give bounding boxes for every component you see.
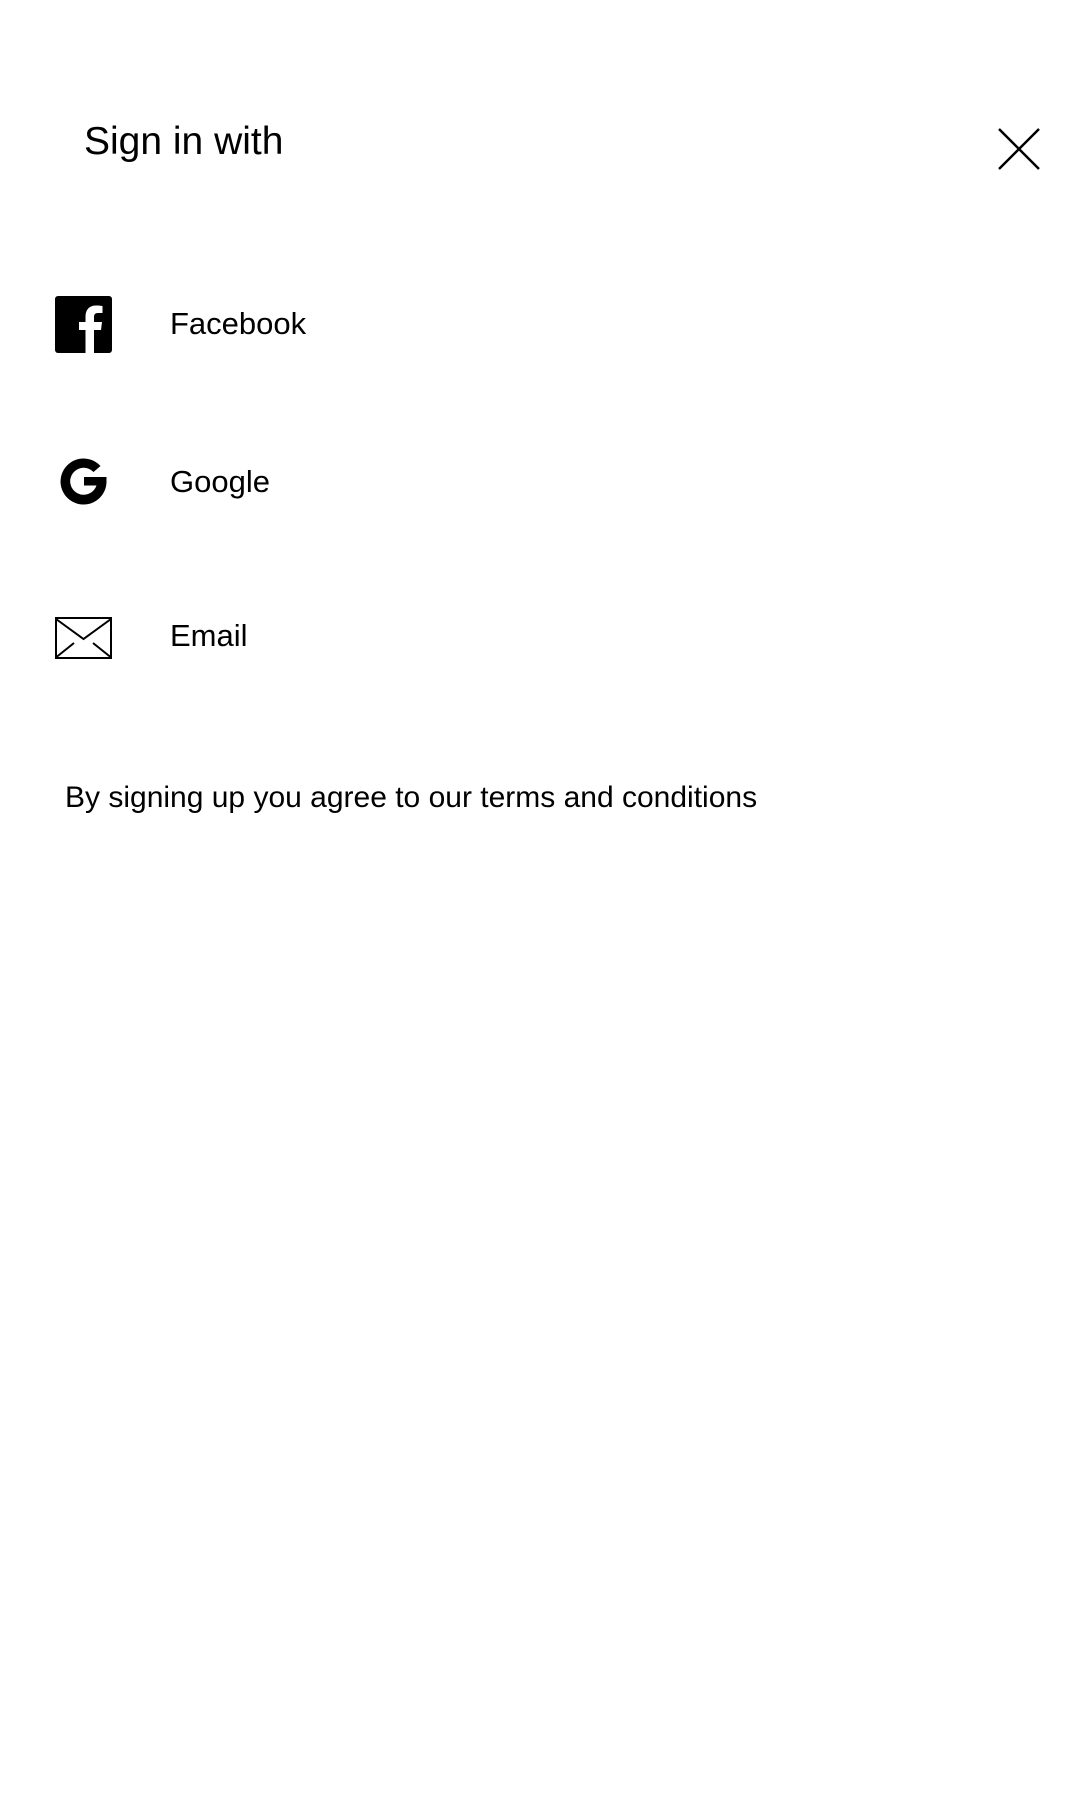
- email-sign-in-option[interactable]: Email: [0, 572, 1080, 702]
- google-icon: [55, 452, 112, 509]
- close-button[interactable]: [985, 115, 1053, 183]
- close-icon: [998, 128, 1040, 170]
- envelope-icon: [55, 609, 112, 666]
- terms-notice: By signing up you agree to our terms and…: [65, 781, 758, 814]
- google-label: Google: [170, 464, 270, 499]
- facebook-sign-in-option[interactable]: Facebook: [0, 260, 1080, 390]
- google-sign-in-option[interactable]: Google: [0, 418, 1080, 548]
- email-label: Email: [170, 618, 248, 653]
- page-title: Sign in with: [84, 120, 284, 163]
- facebook-label: Facebook: [170, 306, 307, 341]
- facebook-icon: [55, 296, 112, 353]
